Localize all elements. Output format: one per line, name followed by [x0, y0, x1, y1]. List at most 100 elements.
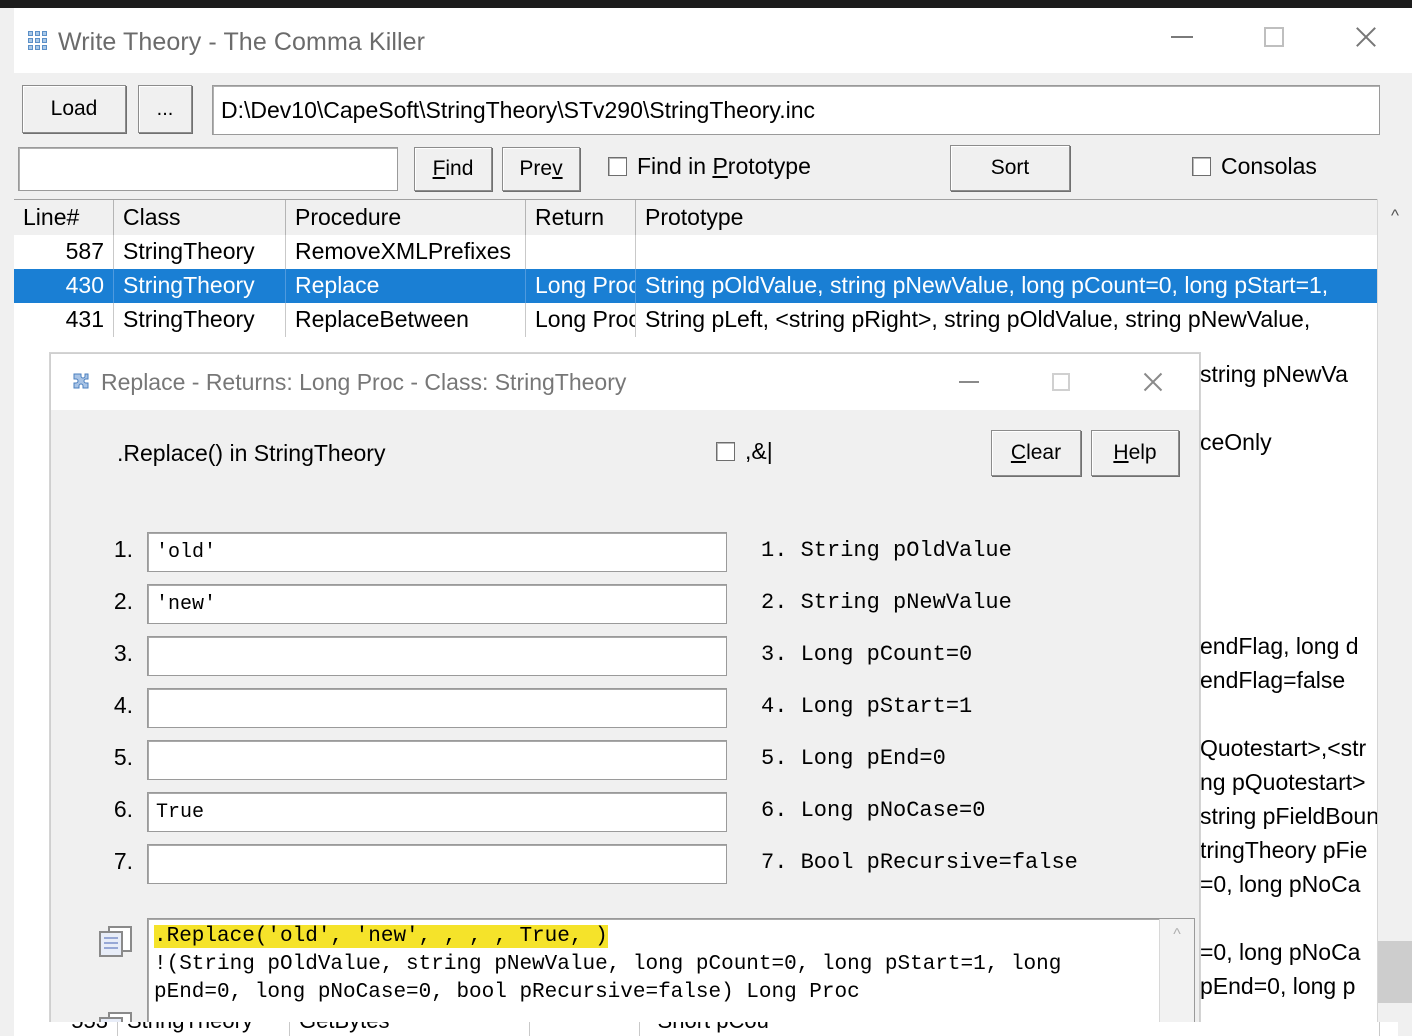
cell-return — [530, 1022, 640, 1036]
column-header-class[interactable]: Class — [114, 200, 286, 236]
column-header-line[interactable]: Line# — [14, 200, 114, 236]
list-rows: 587 StringTheory RemoveXMLPrefixes 430 S… — [14, 235, 1378, 337]
proto-fragment: =0, long pNoCa — [1200, 939, 1361, 966]
consolas-label: Consolas — [1221, 153, 1317, 179]
proto-fragment: ceOnly — [1200, 429, 1272, 456]
dialog-maximize-button[interactable] — [1015, 354, 1107, 410]
list-scrollbar[interactable]: ^ — [1377, 199, 1412, 1036]
cell-prototype: String pLeft, <string pRight>, string pO… — [645, 306, 1311, 332]
load-button[interactable]: Load — [22, 85, 126, 133]
param-input-7[interactable] — [147, 844, 727, 884]
param-input-4[interactable] — [147, 688, 727, 728]
preview-comment-line: !(String pOldValue, string pNewValue, lo… — [154, 953, 1074, 1004]
cell-return — [526, 235, 636, 269]
param-row-6: 6. True — [99, 792, 729, 832]
cell-return: Long Proc — [526, 303, 636, 337]
dialog-body: .Replace() in StringTheory ,&| Clear Hel… — [51, 410, 1199, 1036]
preview-scrollbar[interactable]: ^ v — [1159, 919, 1194, 1036]
param-number: 6. — [113, 796, 133, 822]
cell-procedure: Replace — [286, 269, 526, 303]
param-input-6[interactable]: True — [147, 792, 727, 832]
param-input-3[interactable] — [147, 636, 727, 676]
help-button[interactable]: Help — [1091, 430, 1179, 476]
param-number: 4. — [113, 692, 133, 718]
cell-procedure: RemoveXMLPrefixes — [286, 235, 526, 269]
cell-class: StringTheory — [114, 303, 286, 337]
table-row[interactable]: 587 StringTheory RemoveXMLPrefixes — [14, 235, 1378, 269]
search-input[interactable] — [18, 147, 398, 191]
separator-checkbox[interactable]: ,&| — [716, 438, 773, 465]
dialog-titlebar[interactable]: Replace - Returns: Long Proc - Class: St… — [51, 354, 1199, 410]
proto-fragment: string pNewVa — [1200, 361, 1348, 388]
param-proto-4: 4. Long pStart=1 — [761, 694, 973, 719]
puzzle-piece-icon — [69, 371, 91, 393]
table-row-peek[interactable]: 553 StringTheory GetBytes *Short pCou — [18, 1022, 1398, 1036]
browse-button[interactable]: ... — [138, 85, 192, 133]
clear-button[interactable]: Clear — [991, 430, 1081, 476]
maximize-button[interactable] — [1228, 8, 1320, 66]
toolbar: Load ... D:\Dev10\CapeSoft\StringTheory\… — [14, 73, 1412, 200]
find-button[interactable]: Find — [414, 147, 492, 191]
cell-class: StringTheory — [118, 1022, 290, 1036]
close-icon — [1353, 24, 1379, 50]
param-proto-3: 3. Long pCount=0 — [761, 642, 973, 667]
minimize-icon — [1171, 36, 1193, 38]
proto-fragment: string pFieldBoun — [1200, 803, 1379, 830]
param-number: 1. — [113, 536, 133, 562]
param-input-2[interactable]: 'new' — [147, 584, 727, 624]
minimize-icon — [959, 381, 979, 383]
help-accel: H — [1113, 441, 1129, 464]
clear-accel: C — [1010, 441, 1027, 464]
close-button[interactable] — [1320, 8, 1412, 66]
param-proto-1: 1. String pOldValue — [761, 538, 1012, 563]
replace-dialog: Replace - Returns: Long Proc - Class: St… — [50, 353, 1200, 1036]
param-row-1: 1. 'old' — [99, 532, 729, 572]
main-window: Write Theory - The Comma Killer Load ...… — [14, 8, 1412, 1036]
proto-fragment: =0, long pNoCa — [1200, 871, 1361, 898]
cell-procedure: GetBytes — [290, 1022, 530, 1036]
table-row[interactable]: 430 StringTheory Replace Long Proc Strin… — [14, 269, 1378, 303]
minimize-button[interactable] — [1136, 8, 1228, 66]
checkbox-box — [716, 442, 735, 461]
file-path-input[interactable]: D:\Dev10\CapeSoft\StringTheory\STv290\St… — [212, 85, 1380, 135]
maximize-icon — [1264, 27, 1284, 47]
preview-call-line: .Replace('old', 'new', , , , True, ) — [154, 925, 608, 948]
param-input-5[interactable] — [147, 740, 727, 780]
param-proto-2: 2. String pNewValue — [761, 590, 1012, 615]
param-proto-7: 7. Bool pRecursive=false — [761, 850, 1078, 875]
consolas-checkbox[interactable]: Consolas — [1192, 153, 1317, 180]
checkbox-box — [608, 157, 627, 176]
proto-fragment: ng pQuotestart> — [1200, 769, 1366, 796]
generated-code-preview[interactable]: .Replace('old', 'new', , , , True, ) !(St… — [147, 918, 1195, 1036]
proto-fragment: pEnd=0, long p — [1200, 973, 1356, 1000]
dialog-heading: .Replace() in StringTheory — [117, 440, 386, 466]
window-controls — [1136, 8, 1412, 66]
column-header-return[interactable]: Return — [526, 200, 636, 236]
checkbox-box — [1192, 157, 1211, 176]
copy-call-icon[interactable] — [99, 926, 135, 960]
param-proto-6: 6. Long pNoCase=0 — [761, 798, 986, 823]
sort-button[interactable]: Sort — [950, 145, 1070, 191]
column-header-prototype[interactable]: Prototype — [636, 200, 1376, 236]
main-titlebar[interactable]: Write Theory - The Comma Killer — [14, 8, 1412, 73]
find-accel: F — [432, 157, 446, 180]
proto-fragment: endFlag, long d — [1200, 633, 1359, 660]
find-in-prototype-checkbox[interactable]: Find in Prototype — [608, 153, 811, 180]
cell-procedure: ReplaceBetween — [286, 303, 526, 337]
scroll-up-icon[interactable]: ^ — [1378, 201, 1412, 231]
dialog-minimize-button[interactable] — [923, 354, 1015, 410]
preview-scroll-up-icon[interactable]: ^ — [1160, 921, 1194, 949]
scrollbar-thumb[interactable] — [1378, 941, 1412, 1003]
dialog-title: Replace - Returns: Long Proc - Class: St… — [101, 369, 627, 395]
find-button-label: ind — [445, 157, 474, 180]
help-button-label: elp — [1128, 441, 1157, 464]
prev-button[interactable]: Pre v — [502, 147, 580, 191]
column-header-procedure[interactable]: Procedure — [286, 200, 526, 236]
cell-line: 553 — [18, 1022, 118, 1036]
param-input-1[interactable]: 'old' — [147, 532, 727, 572]
param-proto-5: 5. Long pEnd=0 — [761, 746, 946, 771]
table-row[interactable]: 431 StringTheory ReplaceBetween Long Pro… — [14, 303, 1378, 337]
dialog-close-button[interactable] — [1107, 354, 1199, 410]
separator-checkbox-label: ,&| — [745, 438, 773, 464]
param-number: 5. — [113, 744, 133, 770]
